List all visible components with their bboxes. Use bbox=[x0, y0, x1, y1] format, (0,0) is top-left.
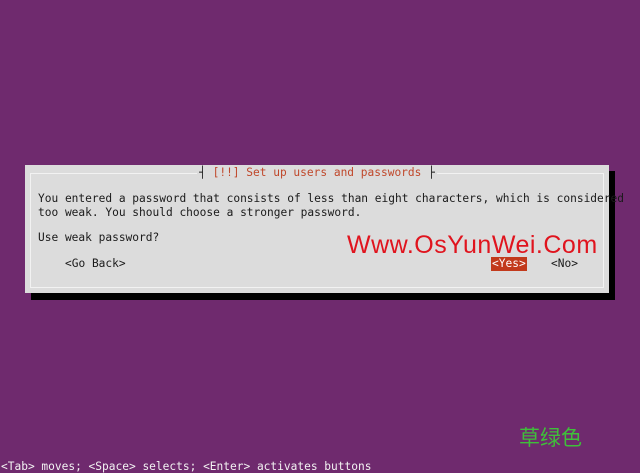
title-open-bracket: ┤ bbox=[199, 166, 206, 179]
installer-screen: ┤ [!!] Set up users and passwords ├ You … bbox=[0, 0, 640, 473]
title-close-bracket: ├ bbox=[428, 166, 435, 179]
message-line-2: too weak. You should choose a stronger p… bbox=[38, 206, 362, 219]
go-back-button[interactable]: <Go Back> bbox=[64, 257, 127, 271]
dialog-message: You entered a password that consists of … bbox=[38, 192, 624, 220]
dialog-question: Use weak password? bbox=[38, 231, 160, 244]
dialog-title-text: [!!] Set up users and passwords bbox=[205, 166, 429, 179]
dialog-title: ┤ [!!] Set up users and passwords ├ bbox=[197, 166, 437, 180]
message-line-1: You entered a password that consists of … bbox=[38, 192, 624, 205]
site-watermark: Www.OsYunWei.Com bbox=[347, 231, 598, 259]
keyboard-hint-bar: <Tab> moves; <Space> selects; <Enter> ac… bbox=[1, 460, 372, 473]
author-stamp: 草绿色 bbox=[519, 426, 582, 450]
